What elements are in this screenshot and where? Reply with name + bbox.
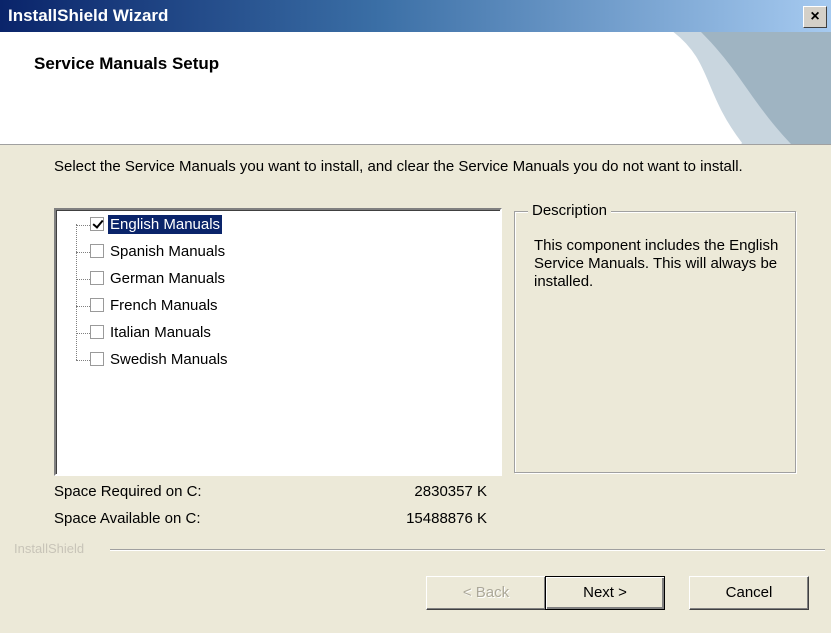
space-required-value: 2830357 K — [414, 483, 487, 500]
next-button[interactable]: Next > — [545, 576, 665, 610]
component-checkbox[interactable] — [90, 217, 104, 231]
title-bar[interactable]: InstallShield Wizard × — [0, 0, 831, 32]
tree-connector-line — [76, 333, 90, 334]
space-required-label: Space Required on C: — [54, 483, 202, 500]
tree-connector-line — [76, 279, 90, 280]
window-title: InstallShield Wizard — [8, 6, 169, 25]
component-checkbox[interactable] — [90, 244, 104, 258]
component-checkbox[interactable] — [90, 298, 104, 312]
tree-connector-line — [76, 252, 90, 253]
close-button[interactable]: × — [803, 6, 827, 28]
tree-item[interactable]: French Manuals — [56, 295, 496, 317]
brand-divider — [110, 549, 825, 551]
tree-item[interactable]: German Manuals — [56, 268, 496, 290]
component-checkbox[interactable] — [90, 271, 104, 285]
component-tree[interactable]: English Manuals Spanish Manuals German Man… — [54, 208, 502, 476]
tree-item[interactable]: Spanish Manuals — [56, 241, 496, 263]
component-label[interactable]: German Manuals — [108, 269, 227, 288]
component-checkbox[interactable] — [90, 325, 104, 339]
space-available-value: 15488876 K — [406, 510, 487, 527]
description-legend: Description — [528, 202, 612, 219]
space-available-label: Space Available on C: — [54, 510, 201, 527]
component-checkbox[interactable] — [90, 352, 104, 366]
wizard-header: Service Manuals Setup — [0, 32, 831, 145]
tree-item[interactable]: Italian Manuals — [56, 322, 496, 344]
tree-connector-line — [76, 306, 90, 307]
component-label[interactable]: Italian Manuals — [108, 323, 213, 342]
component-label[interactable]: English Manuals — [108, 215, 223, 234]
component-label[interactable]: Swedish Manuals — [108, 350, 230, 369]
tree-item[interactable]: Swedish Manuals — [56, 349, 496, 371]
back-button[interactable]: < Back — [426, 576, 546, 610]
header-swoosh-graphic — [670, 32, 831, 144]
installshield-brand: InstallShield — [14, 541, 85, 556]
instructions-text: Select the Service Manuals you want to i… — [54, 158, 743, 175]
tree-item[interactable]: English Manuals — [56, 214, 496, 236]
component-label[interactable]: Spanish Manuals — [108, 242, 227, 261]
component-label[interactable]: French Manuals — [108, 296, 220, 315]
cancel-button[interactable]: Cancel — [689, 576, 809, 610]
description-text: This component includes the English Serv… — [534, 237, 779, 290]
page-title: Service Manuals Setup — [34, 54, 220, 73]
tree-connector-line — [76, 225, 90, 226]
installshield-window: InstallShield Wizard × Service Manuals S… — [0, 0, 831, 633]
tree-connector-line — [76, 360, 90, 361]
